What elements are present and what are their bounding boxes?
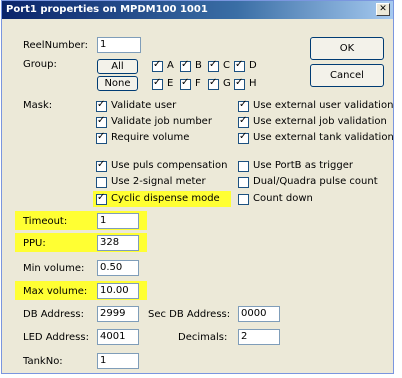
- checkbox-box[interactable]: [208, 77, 219, 90]
- validate-user-checkbox[interactable]: Validate user: [96, 99, 177, 112]
- checkbox-box[interactable]: [234, 59, 245, 72]
- checkbox-label: H: [249, 78, 257, 89]
- validate-job-number-checkbox[interactable]: Validate job number: [96, 115, 212, 128]
- sec-db-address-field[interactable]: 0000: [238, 306, 280, 322]
- min-volume-field[interactable]: 0.50: [97, 260, 139, 276]
- checkbox-box[interactable]: [152, 77, 163, 90]
- checkbox-box[interactable]: [180, 59, 191, 72]
- checkbox-box[interactable]: [234, 77, 245, 90]
- checkbox-label: Use puls compensation: [111, 160, 228, 171]
- checkbox-box[interactable]: [238, 193, 249, 205]
- checkbox-label: Use external user validation: [253, 100, 394, 111]
- checkbox-label: Validate user: [111, 100, 177, 111]
- timeout-field[interactable]: 1: [97, 213, 139, 229]
- decimals-label: Decimals:: [178, 332, 228, 343]
- led-address-label: LED Address:: [23, 332, 89, 343]
- checkbox-box[interactable]: [238, 99, 249, 112]
- ok-button[interactable]: OK: [310, 37, 384, 60]
- checkbox-box[interactable]: [96, 131, 107, 144]
- dual-quadra-pulse-count-checkbox[interactable]: Dual/Quadra pulse count: [238, 176, 378, 188]
- sec-db-address-label: Sec DB Address:: [148, 309, 231, 320]
- checkbox-box[interactable]: [208, 59, 219, 72]
- title-bar[interactable]: Port1 properties on MPDM100 1001 ✕: [2, 1, 393, 19]
- all-button[interactable]: All: [97, 59, 138, 74]
- use-external-job-validation-checkbox[interactable]: Use external job validation: [238, 115, 387, 128]
- checkbox-box[interactable]: [238, 115, 249, 128]
- led-address-field[interactable]: 4001: [97, 329, 139, 345]
- cancel-button[interactable]: Cancel: [310, 64, 384, 87]
- decimals-field[interactable]: 2: [238, 329, 280, 345]
- reel-number-field[interactable]: 1: [97, 37, 141, 53]
- checkbox-label: B: [195, 60, 202, 71]
- use-external-user-validation-checkbox[interactable]: Use external user validation: [238, 99, 394, 112]
- checkbox-label: F: [195, 78, 201, 89]
- group-a-checkbox[interactable]: A: [152, 59, 174, 72]
- group-e-checkbox[interactable]: E: [152, 77, 174, 90]
- checkbox-box[interactable]: [180, 77, 191, 90]
- group-g-checkbox[interactable]: G: [208, 77, 231, 90]
- use-2-signal-meter-checkbox[interactable]: Use 2-signal meter: [96, 176, 206, 188]
- checkbox-label: Use 2-signal meter: [111, 176, 206, 187]
- checkbox-label: Validate job number: [111, 116, 212, 127]
- mask-label: Mask:: [23, 100, 53, 111]
- max-volume-field[interactable]: 10.00: [97, 283, 139, 299]
- window-title: Port1 properties on MPDM100 1001: [6, 4, 208, 15]
- checkbox-box[interactable]: [96, 159, 107, 172]
- group-h-checkbox[interactable]: H: [234, 77, 257, 90]
- checkbox-label: Use external tank validation: [253, 132, 394, 143]
- use-portb-as-trigger-checkbox[interactable]: Use PortB as trigger: [238, 160, 353, 172]
- checkbox-label: Dual/Quadra pulse count: [253, 176, 378, 187]
- checkbox-label: Use external job validation: [253, 116, 387, 127]
- db-address-field[interactable]: 2999: [97, 306, 139, 322]
- reel-number-label: ReelNumber:: [23, 40, 88, 51]
- group-label: Group:: [23, 59, 57, 70]
- timeout-label: Timeout:: [23, 216, 68, 227]
- checkbox-box[interactable]: [96, 192, 107, 205]
- checkbox-label: C: [223, 60, 230, 71]
- checkbox-box[interactable]: [96, 176, 107, 188]
- group-b-checkbox[interactable]: B: [180, 59, 202, 72]
- checkbox-label: Use PortB as trigger: [253, 160, 354, 171]
- db-address-label: DB Address:: [23, 309, 84, 320]
- group-d-checkbox[interactable]: D: [234, 59, 257, 72]
- checkbox-label: Cyclic dispense mode: [111, 193, 220, 204]
- checkbox-label: E: [167, 78, 174, 89]
- min-volume-label: Min volume:: [23, 263, 85, 274]
- checkbox-box[interactable]: [238, 160, 249, 172]
- checkbox-label: D: [249, 60, 257, 71]
- checkbox-box[interactable]: [96, 115, 107, 128]
- group-c-checkbox[interactable]: C: [208, 59, 230, 72]
- close-button[interactable]: ✕: [376, 3, 390, 16]
- checkbox-label: A: [167, 60, 174, 71]
- use-external-tank-validation-checkbox[interactable]: Use external tank validation: [238, 131, 394, 144]
- ppu-label: PPU:: [23, 238, 46, 249]
- checkbox-box[interactable]: [152, 59, 163, 72]
- require-volume-checkbox[interactable]: Require volume: [96, 131, 190, 144]
- use-puls-compensation-checkbox[interactable]: Use puls compensation: [96, 159, 228, 172]
- port-properties-dialog: Port1 properties on MPDM100 1001 ✕ ReelN…: [1, 0, 394, 374]
- none-button[interactable]: None: [97, 76, 138, 91]
- group-f-checkbox[interactable]: F: [180, 77, 201, 90]
- ppu-field[interactable]: 328: [97, 235, 139, 251]
- tank-no-field[interactable]: 1: [97, 353, 139, 369]
- checkbox-box[interactable]: [238, 176, 249, 188]
- checkbox-label: Require volume: [111, 132, 190, 143]
- cyclic-dispense-mode-checkbox[interactable]: Cyclic dispense mode: [96, 192, 220, 205]
- checkbox-box[interactable]: [238, 131, 249, 144]
- checkbox-box[interactable]: [96, 99, 107, 112]
- max-volume-label: Max volume:: [23, 286, 88, 297]
- count-down-checkbox[interactable]: Count down: [238, 193, 313, 205]
- checkbox-label: G: [223, 78, 231, 89]
- checkbox-label: Count down: [253, 193, 313, 204]
- tank-no-label: TankNo:: [23, 356, 63, 367]
